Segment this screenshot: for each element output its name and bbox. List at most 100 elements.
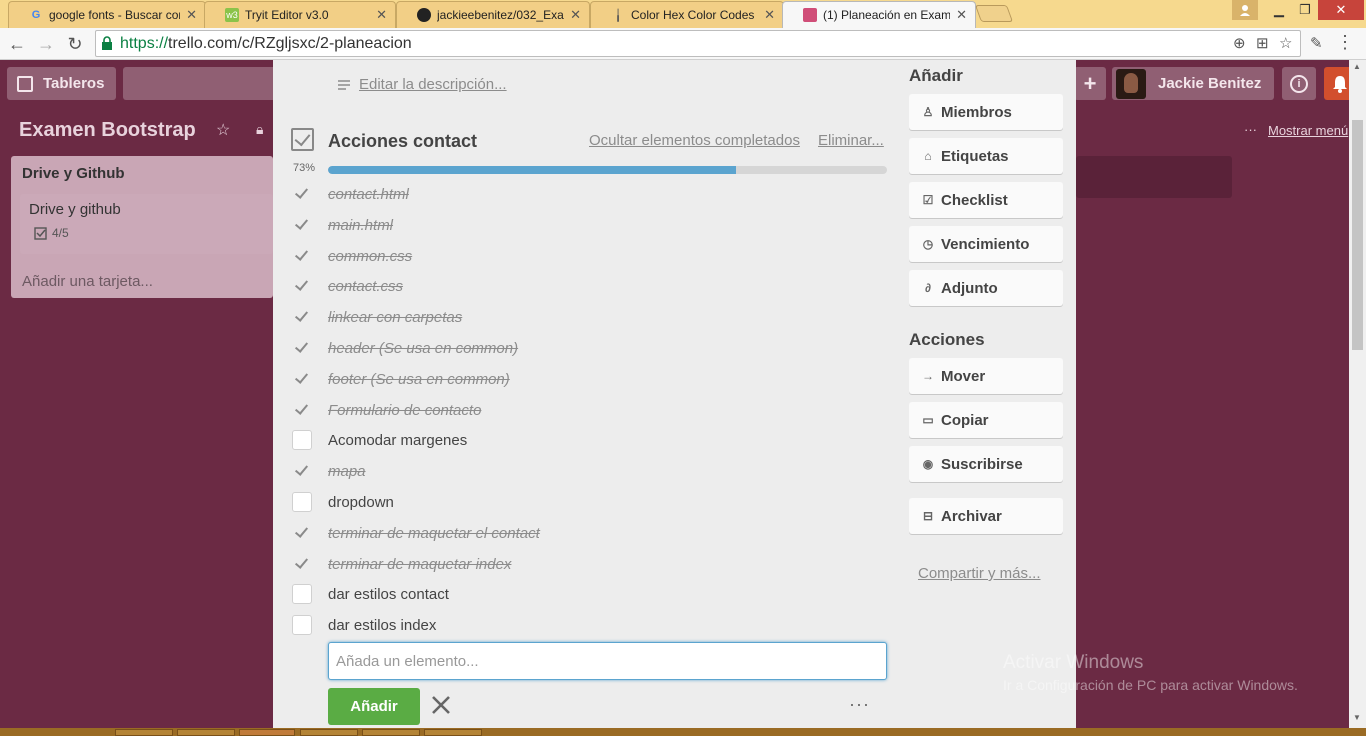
- boards-button[interactable]: Tableros: [7, 67, 116, 100]
- browser-tab[interactable]: jackieebenitez/032_Exame ✕: [396, 1, 590, 28]
- more-options-icon[interactable]: ···: [849, 694, 870, 715]
- checklist-item[interactable]: terminar de maquetar el contact: [291, 519, 891, 550]
- sidebar-archivar-button[interactable]: ⊟ Archivar: [909, 498, 1063, 534]
- checklist-item-text[interactable]: dar estilos index: [328, 617, 436, 634]
- checked-checkbox[interactable]: [292, 523, 312, 543]
- checked-checkbox[interactable]: [292, 276, 312, 296]
- sidebar-vencimiento-button[interactable]: ◷ Vencimiento: [909, 226, 1063, 262]
- checked-checkbox[interactable]: [292, 461, 312, 481]
- info-button[interactable]: i: [1282, 67, 1316, 100]
- close-tab-icon[interactable]: ✕: [956, 7, 967, 23]
- show-menu-link[interactable]: Mostrar menú: [1268, 123, 1348, 138]
- checklist-item[interactable]: common.css: [291, 242, 891, 273]
- share-more-link[interactable]: Compartir y más...: [918, 565, 1041, 582]
- unchecked-checkbox[interactable]: [292, 430, 312, 451]
- translate-icon[interactable]: ⊞: [1256, 34, 1269, 52]
- checklist-item[interactable]: Formulario de contacto: [291, 396, 891, 427]
- close-tab-icon[interactable]: ✕: [764, 7, 775, 23]
- board-search-input[interactable]: [123, 67, 283, 100]
- checklist-item[interactable]: dropdown: [291, 488, 891, 519]
- checklist-item[interactable]: linkear con carpetas: [291, 303, 891, 334]
- checklist-item-text[interactable]: linkear con carpetas: [328, 309, 462, 326]
- bookmark-star-icon[interactable]: ☆: [1279, 34, 1292, 52]
- back-icon[interactable]: ←: [5, 32, 29, 56]
- sidebar-etiquetas-button[interactable]: ⌂ Etiquetas: [909, 138, 1063, 174]
- sidebar-suscribirse-button[interactable]: ◉ Suscribirse: [909, 446, 1063, 482]
- profile-icon[interactable]: [1232, 0, 1258, 20]
- sidebar-miembros-button[interactable]: ♙ Miembros: [909, 94, 1063, 130]
- sidebar-copiar-button[interactable]: ▭ Copiar: [909, 402, 1063, 438]
- checked-checkbox[interactable]: [292, 400, 312, 420]
- checklist-title[interactable]: Acciones contact: [328, 131, 477, 152]
- checklist-item-text[interactable]: common.css: [328, 248, 412, 265]
- new-item-input[interactable]: [328, 642, 887, 680]
- checklist-item[interactable]: footer (Se usa en common): [291, 365, 891, 396]
- checklist-item-text[interactable]: dar estilos contact: [328, 586, 449, 603]
- checklist-item-text[interactable]: terminar de maquetar el contact: [328, 525, 540, 542]
- restore-icon[interactable]: ❐: [1292, 0, 1318, 20]
- checklist-item-text[interactable]: contact.css: [328, 278, 403, 295]
- checklist-item-text[interactable]: Formulario de contacto: [328, 402, 481, 419]
- sidebar-checklist-button[interactable]: ☑ Checklist: [909, 182, 1063, 218]
- taskbar-app[interactable]: [424, 729, 482, 736]
- close-tab-icon[interactable]: ✕: [186, 7, 197, 23]
- forward-icon[interactable]: →: [34, 32, 58, 56]
- checklist-item[interactable]: Acomodar margenes: [291, 426, 891, 457]
- checklist-item-text[interactable]: Acomodar margenes: [328, 432, 467, 449]
- checklist-item-text[interactable]: contact.html: [328, 186, 409, 203]
- close-icon[interactable]: [430, 693, 452, 717]
- close-tab-icon[interactable]: ✕: [570, 7, 581, 23]
- lock-icon[interactable]: 🔒︎: [256, 121, 263, 138]
- browser-tab[interactable]: w3 Tryit Editor v3.0 ✕: [204, 1, 396, 28]
- new-tab-button[interactable]: [974, 5, 1014, 22]
- list-title[interactable]: Drive y Github: [22, 165, 125, 182]
- delete-checklist-link[interactable]: Eliminar...: [818, 132, 884, 149]
- address-bar[interactable]: https://trello.com/c/RZgljsxc/2-planeaci…: [95, 30, 1301, 57]
- zoom-icon[interactable]: ⊕: [1233, 34, 1246, 52]
- checklist-item[interactable]: terminar de maquetar index: [291, 550, 891, 581]
- star-icon[interactable]: ☆: [216, 120, 230, 140]
- taskbar-app[interactable]: [115, 729, 173, 736]
- checklist-item-text[interactable]: mapa: [328, 463, 366, 480]
- reload-icon[interactable]: ↻: [63, 32, 87, 56]
- close-tab-icon[interactable]: ✕: [376, 7, 387, 23]
- browser-tab-active[interactable]: (1) Planeación en Examen ✕: [782, 1, 976, 28]
- unchecked-checkbox[interactable]: [292, 584, 312, 605]
- browser-tab[interactable]: G google fonts - Buscar con ✕: [8, 1, 206, 28]
- checked-checkbox[interactable]: [292, 215, 312, 235]
- checklist-item-text[interactable]: footer (Se usa en common): [328, 371, 510, 388]
- checklist-item[interactable]: contact.html: [291, 180, 891, 211]
- sidebar-adjunto-button[interactable]: ∂ Adjunto: [909, 270, 1063, 306]
- add-item-button[interactable]: Añadir: [328, 688, 420, 725]
- checklist-item[interactable]: main.html: [291, 211, 891, 242]
- checked-checkbox[interactable]: [292, 307, 312, 327]
- checklist-item[interactable]: contact.css: [291, 272, 891, 303]
- create-button[interactable]: +: [1074, 67, 1106, 100]
- checked-checkbox[interactable]: [292, 338, 312, 358]
- scrollbar-thumb[interactable]: [1352, 120, 1363, 350]
- checklist-item-text[interactable]: terminar de maquetar index: [328, 556, 511, 573]
- unchecked-checkbox[interactable]: [292, 615, 312, 636]
- taskbar-app[interactable]: [239, 729, 295, 736]
- board-title[interactable]: Examen Bootstrap: [19, 119, 196, 142]
- browser-tab[interactable]: ╽ Color Hex Color Codes ✕: [590, 1, 784, 28]
- card[interactable]: Drive y github 4/5: [20, 194, 273, 254]
- taskbar-app[interactable]: [300, 729, 358, 736]
- user-menu-button[interactable]: Jackie Benitez: [1112, 67, 1274, 100]
- checklist-item[interactable]: mapa: [291, 457, 891, 488]
- edit-description-link[interactable]: Editar la descripción...: [337, 76, 507, 93]
- taskbar-app[interactable]: [177, 729, 235, 736]
- add-card-link[interactable]: Añadir una tarjeta...: [22, 273, 153, 290]
- checked-checkbox[interactable]: [292, 184, 312, 204]
- checked-checkbox[interactable]: [292, 246, 312, 266]
- checked-checkbox[interactable]: [292, 369, 312, 389]
- checklist-item-text[interactable]: dropdown: [328, 494, 394, 511]
- browser-menu-icon[interactable]: ⋮: [1336, 32, 1354, 53]
- scroll-down-icon[interactable]: ▼: [1353, 713, 1361, 722]
- close-window-icon[interactable]: ✕: [1318, 0, 1364, 20]
- minimize-icon[interactable]: ▁: [1266, 0, 1292, 20]
- page-scrollbar[interactable]: ▲ ▼: [1349, 60, 1366, 728]
- checklist-item-text[interactable]: main.html: [328, 217, 393, 234]
- scroll-up-icon[interactable]: ▲: [1353, 62, 1361, 71]
- unchecked-checkbox[interactable]: [292, 491, 312, 512]
